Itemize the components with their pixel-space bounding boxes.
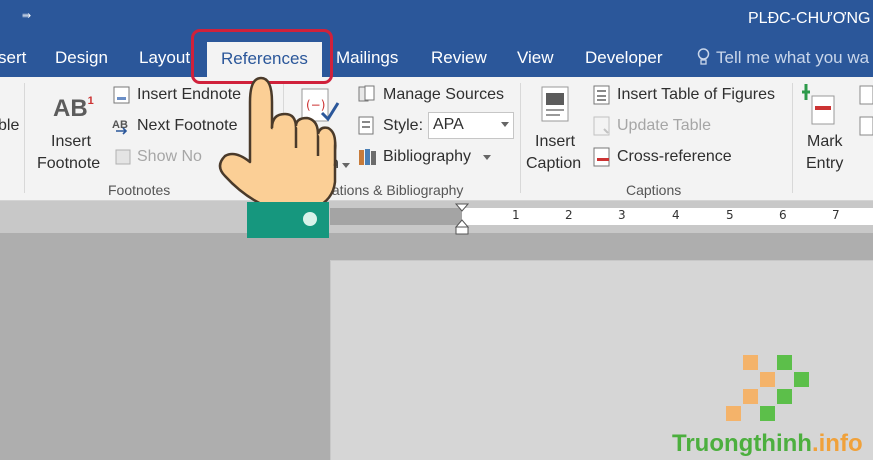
title-bar: ⇛ PLĐC-CHƯƠNG 2 <box>0 0 873 40</box>
cross-reference-button[interactable]: Cross-reference <box>617 148 732 166</box>
quick-access-customize-icon[interactable]: ⇛ <box>22 9 31 22</box>
ruler-label: 4 <box>672 208 680 222</box>
ab-glyph: AB <box>53 95 88 122</box>
logo-square <box>760 372 775 387</box>
tab-developer[interactable]: Developer <box>585 48 663 68</box>
citation-style-select[interactable]: APA <box>428 112 514 139</box>
document-title: PLĐC-CHƯƠNG 2 <box>748 10 873 27</box>
tell-me-search[interactable]: Tell me what you wa <box>697 48 869 68</box>
tab-view[interactable]: View <box>517 48 554 68</box>
chevron-down-icon <box>501 122 509 127</box>
insert-table-of-figures-button[interactable]: Insert Table of Figures <box>617 86 775 104</box>
tab-mailings[interactable]: Mailings <box>336 48 398 68</box>
manage-sources-icon <box>358 85 375 102</box>
tab-insert[interactable]: sert <box>0 48 26 68</box>
logo-square <box>760 406 775 421</box>
update-table-button[interactable]: Update Table <box>617 117 711 135</box>
indent-marker-icon[interactable] <box>454 203 470 235</box>
ruler-label: 7 <box>832 208 840 222</box>
bibliography-button[interactable]: Bibliography <box>383 148 471 166</box>
ruler-label: 5 <box>726 208 734 222</box>
bibliography-dropdown-icon[interactable] <box>483 155 491 160</box>
group-separator <box>520 83 521 193</box>
insert-footnote-icon[interactable]: AB1 <box>53 95 94 123</box>
tell-me-text: Tell me what you wa <box>716 48 870 67</box>
mark-entry-label-2[interactable]: Entry <box>806 155 843 173</box>
watermark-brand: Truongthinh <box>672 430 812 457</box>
ruler-label: 1 <box>512 208 520 222</box>
logo-square <box>743 389 758 404</box>
tab-design[interactable]: Design <box>55 48 108 68</box>
tab-review[interactable]: Review <box>431 48 487 68</box>
group-separator <box>792 83 793 193</box>
style-label: Style: <box>383 117 424 134</box>
manage-sources-button[interactable]: Manage Sources <box>383 86 504 104</box>
group-title-footnotes: Footnotes <box>108 182 171 198</box>
ribbon-tab-row: sert Design Layout References Mailings R… <box>0 40 873 77</box>
show-notes-button[interactable]: Show No <box>137 148 202 166</box>
group-separator <box>24 83 25 193</box>
logo-square <box>794 372 809 387</box>
tab-layout[interactable]: Layout <box>139 48 190 68</box>
insert-footnote-label-2[interactable]: Footnote <box>37 155 100 173</box>
group-title-citations: tations & Bibliography <box>328 182 464 198</box>
table-of-contents-partial[interactable]: ble <box>0 117 19 135</box>
update-index-icon <box>859 116 873 136</box>
cross-reference-icon <box>593 147 610 167</box>
insert-caption-icon <box>541 86 569 122</box>
bibliography-icon <box>359 149 376 165</box>
insert-caption-label-1[interactable]: Insert <box>535 133 575 151</box>
update-table-icon <box>593 116 610 136</box>
logo-square <box>777 355 792 370</box>
table-of-figures-icon <box>593 85 610 105</box>
mark-entry-label-1[interactable]: Mark <box>807 133 843 151</box>
insert-endnote-icon <box>113 86 130 104</box>
logo-square <box>777 389 792 404</box>
ribbon-references: ble AB1 Insert Footnote Insert Endnote A… <box>0 77 873 201</box>
show-notes-icon <box>115 149 131 165</box>
insert-caption-label-2[interactable]: Caption <box>526 155 581 173</box>
insert-footnote-label-1[interactable]: Insert <box>51 133 91 151</box>
citation-style-value: APA <box>433 116 464 133</box>
insert-index-icon <box>859 85 873 105</box>
ruler-margin-left <box>330 208 462 225</box>
svg-text:AB: AB <box>112 119 128 131</box>
ruler-label: 6 <box>779 208 787 222</box>
lightbulb-icon <box>697 48 710 65</box>
pointing-hand-icon <box>218 76 337 238</box>
watermark-tld: .info <box>811 430 863 457</box>
logo-square <box>743 355 758 370</box>
group-title-captions: Captions <box>626 182 682 198</box>
logo-square <box>726 406 741 421</box>
ruler-label: 2 <box>565 208 573 222</box>
ab-sup: 1 <box>87 95 94 107</box>
next-footnote-icon: AB <box>112 119 128 135</box>
ruler-label: 3 <box>618 208 626 222</box>
style-icon <box>358 116 374 135</box>
mark-entry-icon <box>802 84 835 125</box>
watermark-text: Truongthinh.info <box>672 430 863 458</box>
